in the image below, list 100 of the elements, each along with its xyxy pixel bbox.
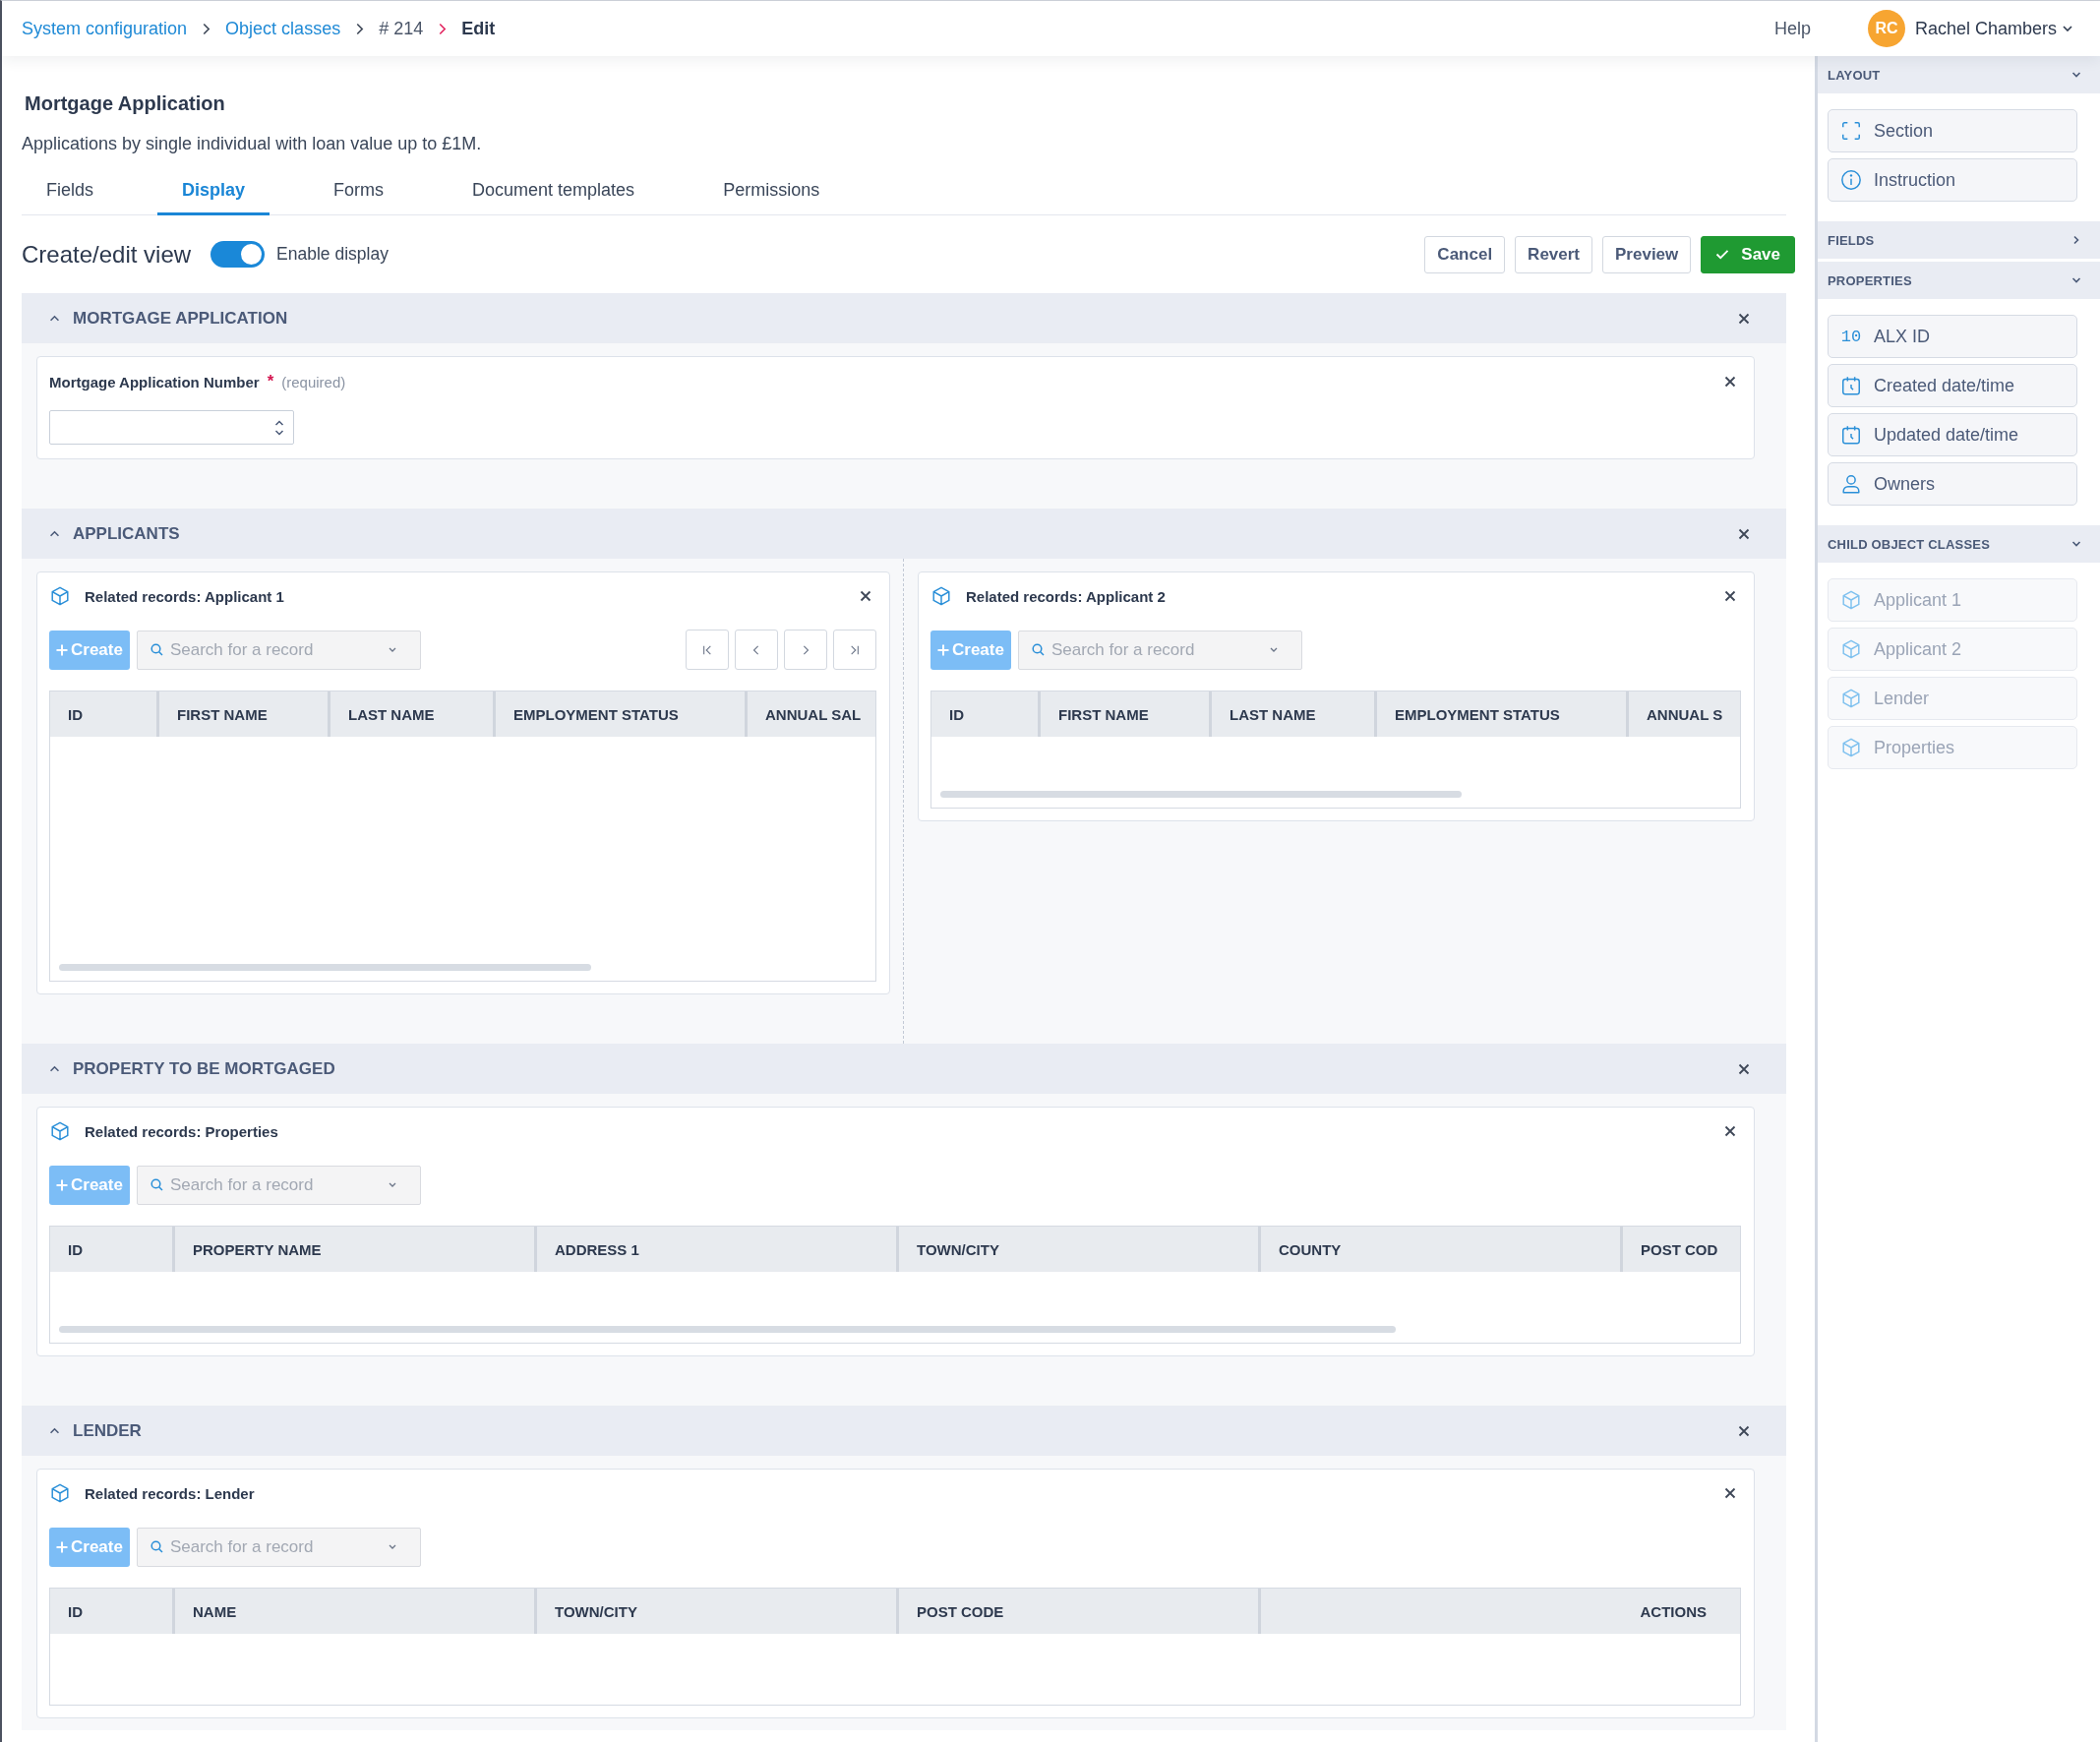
frame-corners-icon [1840,120,1862,142]
plus-icon [56,643,68,656]
cube-icon [49,1482,71,1504]
column-header: FIRST NAME [156,691,328,737]
calendar-icon [1840,424,1862,446]
column-header: EMPLOYMENT STATUS [493,691,745,737]
tab[interactable]: Display [157,167,270,215]
user-avatar: RC [1867,10,1905,47]
panel-header[interactable]: FIELDS [1818,221,2100,259]
scrollbar[interactable] [940,791,1462,798]
close-icon[interactable] [1738,1062,1750,1075]
cube-icon [1840,737,1862,758]
chevron-right-icon [355,22,365,35]
close-icon[interactable] [1724,590,1736,602]
scrollbar[interactable] [59,964,592,971]
column-header: FIRST NAME [1038,691,1209,737]
section-title: PROPERTY TO BE MORTGAGED [73,1058,336,1079]
first-page-icon [702,643,712,656]
field-label: Mortgage Application Number [49,373,260,390]
calendar-icon [1840,375,1862,396]
close-icon[interactable] [1738,1424,1750,1437]
cube-icon [49,1120,71,1142]
close-icon[interactable] [1738,312,1750,325]
caret-down-icon [2063,26,2072,31]
cube-icon [930,585,952,607]
column-header: LAST NAME [328,691,493,737]
panel-header[interactable]: PROPERTIES [1818,262,2100,299]
required-mark: * [267,372,274,391]
breadcrumb-item: # 214 [379,18,424,39]
search-icon [150,1178,163,1191]
close-icon[interactable] [860,590,871,602]
check-icon [1715,249,1730,260]
outline-button[interactable]: Cancel [1424,235,1506,273]
palette-item[interactable]: Instruction [1828,158,2077,202]
toggle-label: Enable display [276,244,389,265]
next-page-icon [801,643,810,656]
search-icon [1031,643,1045,656]
palette-item[interactable]: Created date/time [1828,364,2077,407]
close-icon[interactable] [1724,1125,1736,1137]
plus-icon [56,1540,68,1553]
section-title: LENDER [73,1420,143,1441]
search-icon [150,1540,163,1553]
plus-icon [937,643,949,656]
breadcrumb-link[interactable]: System configuration [22,18,188,39]
previous-page-icon [751,643,761,656]
outline-button[interactable]: Revert [1515,235,1593,273]
card-title: Related records: Lender [85,1484,256,1502]
caret-up-icon[interactable] [49,530,60,537]
tab[interactable]: Fields [22,167,118,215]
tab[interactable]: Permissions [698,167,845,215]
close-icon[interactable] [1724,376,1736,388]
section-title: MORTGAGE APPLICATION [73,308,289,329]
card-title: Related records: Properties [85,1122,279,1140]
cube-icon [1840,589,1862,611]
card-title: Related records: Applicant 1 [85,587,285,605]
plus-icon [56,1178,68,1191]
panel-header[interactable]: LAYOUT [1818,56,2100,93]
primary-button[interactable]: Save [1701,235,1795,273]
number-icon: 10 [1840,327,1862,346]
caret-up-icon[interactable] [49,1065,60,1072]
column-header: ANNUAL SAL [745,691,875,737]
outline-button[interactable]: Preview [1602,235,1692,273]
cube-icon [49,585,71,607]
caret-up-icon[interactable] [49,1427,60,1434]
page-description: Applications by single individual with loan value up to £1M. [22,133,483,155]
palette-item[interactable]: Updated date/time [1828,413,2077,456]
chevron-right-icon [438,22,448,35]
field-hint: (required) [281,373,346,390]
spinner-icon[interactable] [274,419,284,436]
tab[interactable]: Forms [309,167,409,215]
palette-item[interactable]: 10 ALX ID [1828,315,2077,358]
breadcrumb-link[interactable]: Object classes [225,18,341,39]
palette-item[interactable]: Owners [1828,462,2077,506]
caret-up-icon[interactable] [49,315,60,322]
column-header: TOWN/CITY [534,1589,896,1634]
toggle-switch[interactable] [210,241,266,268]
breadcrumb-current: Edit [461,18,496,39]
last-page-icon [850,643,860,656]
tab[interactable]: Document templates [448,167,660,215]
column-header: ID [50,691,156,737]
user-menu-button[interactable]: Rachel Chambers [1914,18,2072,39]
info-icon [1840,169,1862,191]
column-header: PROPERTY NAME [172,1227,534,1272]
cube-icon [1840,638,1862,660]
caret-down-icon [388,647,396,652]
page-title: Mortgage Application [24,91,226,116]
column-header: ID [50,1589,172,1634]
card-title: Related records: Applicant 2 [966,587,1167,605]
user-icon [1840,473,1862,495]
column-header: ANNUAL S [1626,691,1740,737]
number-field[interactable] [49,410,294,445]
caret-down-icon [1269,647,1278,652]
panel-header[interactable]: CHILD OBJECT CLASSES [1818,525,2100,563]
help-link[interactable]: Help [1773,18,1811,39]
chevron-right-icon [202,22,211,35]
close-icon[interactable] [1738,527,1750,540]
scrollbar[interactable] [59,1326,1397,1333]
palette-item[interactable]: Section [1828,109,2077,152]
close-icon[interactable] [1724,1487,1736,1499]
column-header: ACTIONS [1258,1589,1740,1634]
